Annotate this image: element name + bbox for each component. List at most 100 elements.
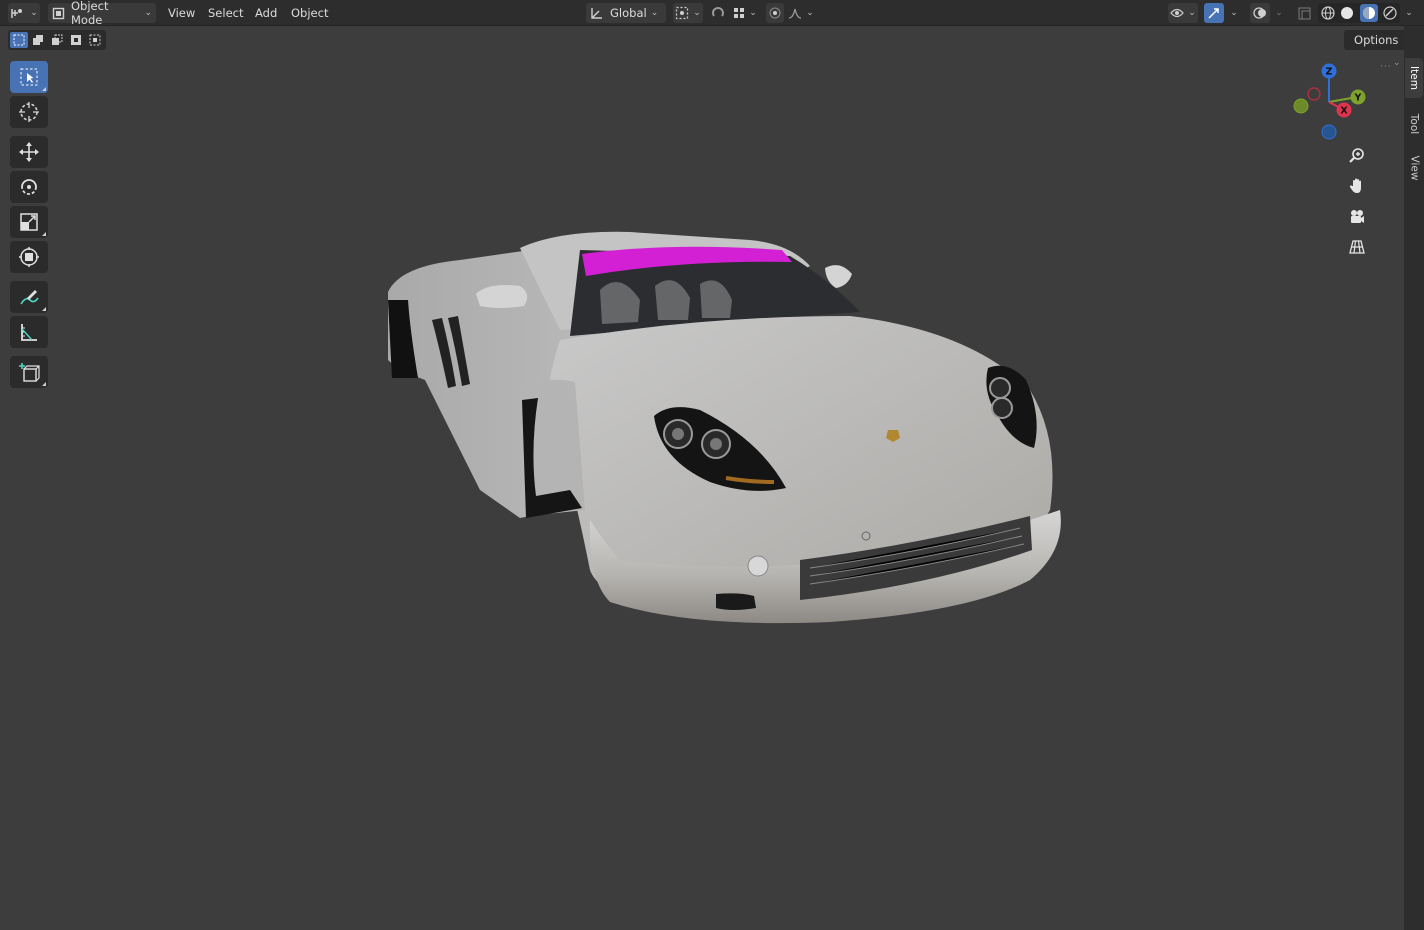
- gizmo-neg-z[interactable]: [1321, 124, 1337, 140]
- proportional-falloff-button[interactable]: ⌄: [787, 3, 815, 23]
- editor-type-icon: [10, 6, 26, 20]
- falloff-curve-icon: [788, 7, 802, 19]
- wireframe-shading-icon[interactable]: [1321, 6, 1335, 20]
- navigation-gizmo[interactable]: Z Y X: [1288, 60, 1372, 146]
- overlay-icon: [1253, 6, 1267, 20]
- chevron-down-icon: ⌄: [1188, 8, 1196, 18]
- snap-magnet-icon: [711, 6, 725, 20]
- ortho-grid-icon: [1349, 240, 1365, 254]
- chevron-down-icon: ⌄: [30, 8, 38, 18]
- chevron-down-icon: ⌄: [749, 8, 757, 18]
- menu-object[interactable]: Object: [286, 3, 333, 23]
- viewport-header: ⌄ Object Mode ⌄ View Select Add Object G…: [0, 0, 1424, 27]
- gizmo-neg-y[interactable]: [1293, 98, 1309, 114]
- shading-mode-group: [1318, 3, 1400, 23]
- annotate-icon: [20, 290, 39, 305]
- pivot-point-button[interactable]: ⌄: [673, 3, 703, 23]
- editor-type-button[interactable]: ⌄: [8, 3, 40, 23]
- tab-tool[interactable]: Tool: [1405, 104, 1423, 144]
- move-icon: [19, 142, 39, 162]
- menu-add[interactable]: Add: [250, 3, 282, 23]
- visibility-eye-icon: [1170, 7, 1185, 19]
- select-subtract-icon: [52, 34, 63, 45]
- move-tool[interactable]: [10, 136, 48, 168]
- proportional-editing-icon: [769, 7, 781, 19]
- chevron-down-icon: ⌄: [650, 8, 659, 18]
- select-intersect-icon: [89, 34, 101, 46]
- orientation-axis-icon: [590, 6, 604, 20]
- zoom-icon: [1349, 148, 1364, 163]
- menu-view[interactable]: View: [163, 3, 200, 23]
- proportional-editing-toggle[interactable]: [766, 3, 784, 23]
- transform-tool[interactable]: [10, 241, 48, 273]
- chevron-down-icon[interactable]: ⌄: [1393, 58, 1401, 68]
- select-mode-invert[interactable]: [67, 32, 85, 48]
- rendered-shading-icon[interactable]: [1383, 6, 1397, 20]
- rotate-icon: [21, 179, 37, 195]
- tab-item[interactable]: Item: [1405, 58, 1423, 98]
- select-mode-subtract[interactable]: [48, 32, 66, 48]
- chevron-down-icon: ⌄: [144, 8, 152, 18]
- gizmo-dropdown[interactable]: ⌄: [1226, 3, 1242, 23]
- scale-icon: [20, 213, 38, 231]
- select-box-icon: [20, 68, 38, 86]
- scale-tool[interactable]: [10, 206, 48, 238]
- camera-view-button[interactable]: [1343, 205, 1371, 229]
- region-handle[interactable]: ···: [1380, 62, 1392, 72]
- cursor-tool[interactable]: [10, 96, 48, 128]
- select-mode-extend[interactable]: [29, 32, 47, 48]
- snap-toggle[interactable]: [708, 3, 728, 23]
- tab-view-label: View: [1408, 155, 1421, 181]
- gizmo-toggle[interactable]: [1204, 3, 1224, 23]
- chevron-down-icon: ⌄: [1230, 8, 1238, 18]
- select-extend-icon: [33, 35, 43, 45]
- options-label: Options: [1354, 33, 1399, 47]
- select-mode-intersect[interactable]: [86, 32, 104, 48]
- overlay-toggle[interactable]: [1250, 3, 1270, 23]
- pivot-point-icon: [675, 6, 689, 20]
- chevron-down-icon: ⌄: [693, 8, 701, 18]
- car-3d-model[interactable]: [370, 220, 1080, 640]
- pan-button[interactable]: [1343, 174, 1371, 198]
- transform-icon: [19, 247, 39, 267]
- visibility-button[interactable]: ⌄: [1168, 3, 1198, 23]
- measure-tool[interactable]: [10, 316, 48, 348]
- chevron-down-icon: ⌄: [1405, 8, 1413, 18]
- cursor-icon: [19, 102, 39, 122]
- select-set-icon: [13, 34, 25, 46]
- mode-selector[interactable]: Object Mode ⌄: [48, 0, 156, 27]
- gizmo-x-label: X: [1340, 106, 1348, 117]
- zoom-button[interactable]: [1343, 144, 1371, 168]
- select-box-tool[interactable]: [10, 61, 48, 93]
- select-mode-set[interactable]: [10, 32, 28, 48]
- snap-grid-icon: [733, 7, 745, 19]
- xray-toggle[interactable]: [1294, 3, 1314, 23]
- ortho-toggle-button[interactable]: [1343, 235, 1371, 259]
- transform-orientation-label: Global: [610, 6, 647, 20]
- gizmo-z-label: Z: [1326, 67, 1333, 78]
- tab-item-label: Item: [1408, 66, 1420, 90]
- gizmo-y-label: Y: [1354, 93, 1362, 104]
- camera-icon: [1351, 210, 1364, 223]
- gizmo-neg-x[interactable]: [1307, 87, 1321, 101]
- gizmo-toggle-icon: [1207, 6, 1221, 20]
- add-cube-tool[interactable]: [10, 356, 48, 388]
- solid-shading-icon[interactable]: [1340, 6, 1354, 20]
- annotate-tool[interactable]: [10, 281, 48, 313]
- add-cube-icon: [19, 363, 40, 382]
- sidebar-tab-strip: Item Tool View: [1404, 26, 1424, 930]
- overlay-dropdown[interactable]: ⌄: [1271, 3, 1287, 23]
- tab-view[interactable]: View: [1405, 148, 1423, 188]
- tab-tool-label: Tool: [1408, 113, 1420, 135]
- selection-mode-group: [8, 30, 106, 50]
- xray-icon: [1298, 7, 1311, 20]
- menu-select[interactable]: Select: [203, 3, 248, 23]
- rotate-tool[interactable]: [10, 171, 48, 203]
- transform-orientation-selector[interactable]: Global ⌄: [586, 3, 666, 23]
- object-mode-icon: [52, 7, 65, 20]
- material-preview-shading-icon[interactable]: [1359, 4, 1378, 22]
- snap-target-button[interactable]: ⌄: [730, 3, 760, 23]
- shading-dropdown[interactable]: ⌄: [1402, 3, 1416, 23]
- select-invert-icon: [71, 35, 81, 45]
- chevron-down-icon: ⌄: [1275, 8, 1283, 18]
